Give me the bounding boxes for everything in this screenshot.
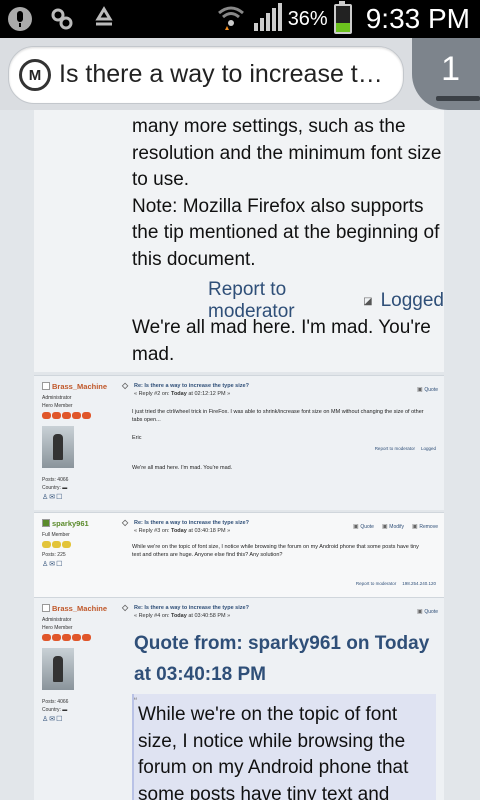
site-favicon: M [19, 59, 51, 91]
post-footer: Report to moderator 198.254.240.120 [356, 581, 436, 586]
ip-address: 198.254.240.120 [402, 581, 436, 586]
user-role: Administrator [42, 617, 72, 623]
quote-button[interactable]: Quote [417, 386, 438, 393]
page-content[interactable]: many more settings, such as the resoluti… [0, 110, 480, 800]
profile-icons[interactable]: ♙✉☐ [42, 493, 63, 501]
report-to-moderator-link[interactable]: Report to moderator [356, 581, 396, 586]
status-bar: 36% 9:33 PM [0, 0, 480, 38]
modify-button[interactable]: Modify [382, 523, 404, 530]
address-bar[interactable]: M Is there a way to increase th... [8, 46, 404, 104]
user-rank: Hero Member [42, 625, 73, 631]
post-meta: « Reply #3 on: Today at 03:40:18 PM » [134, 528, 231, 534]
post-icon: ◇ [122, 381, 129, 390]
microphone-icon [6, 5, 34, 33]
forum-post: Brass_Machine Administrator Hero Member … [34, 597, 444, 800]
remove-button[interactable]: Remove [412, 523, 438, 530]
signature: We're all mad here. I'm mad. You're mad. [132, 465, 233, 471]
username-link[interactable]: sparky961 [42, 519, 89, 528]
forum-post: many more settings, such as the resoluti… [34, 110, 444, 372]
avatar[interactable] [42, 426, 74, 468]
online-icon [42, 519, 50, 527]
user-role: Full Member [42, 532, 70, 538]
signature: We're all mad here. I'm mad. You're mad. [132, 317, 431, 365]
logged-icon: ◪ [363, 295, 373, 307]
post-body: many more settings, such as the resoluti… [132, 116, 442, 270]
user-rank: Hero Member [42, 403, 73, 409]
username-link[interactable]: Brass_Machine [42, 604, 107, 613]
post-title[interactable]: ◇ Re: Is there a way to increase the typ… [122, 519, 249, 535]
profile-icons[interactable]: ♙✉☐ [42, 715, 63, 723]
profile-icons[interactable]: ♙✉☐ [42, 560, 63, 568]
user-country: Country: ▬ [42, 707, 68, 713]
battery-icon [333, 1, 352, 34]
post-actions: Quote [417, 608, 438, 615]
browser-toolbar: M Is there a way to increase th... 1 [0, 38, 480, 111]
forum-post: Brass_Machine Administrator Hero Member … [34, 375, 444, 510]
quote-header[interactable]: Quote from: sparky961 on Today at 03:40:… [134, 628, 434, 690]
wifi-icon [216, 4, 246, 35]
user-role: Administrator [42, 395, 72, 401]
rank-stars [42, 541, 71, 548]
post-body: While we're on the topic of font size, I… [132, 544, 419, 558]
post-meta: « Reply #4 on: Today at 03:40:58 PM » [134, 613, 231, 619]
battery-percent: 36% [287, 7, 328, 30]
post-footer: Report to moderator Logged [375, 446, 436, 451]
signal-icon [252, 2, 282, 36]
page-title: Is there a way to increase th... [59, 60, 389, 88]
rank-stars [42, 412, 91, 419]
user-posts: Posts: 4066 [42, 699, 69, 705]
post-title[interactable]: ◇ Re: Is there a way to increase the typ… [122, 604, 249, 620]
rank-stars [42, 634, 91, 641]
tabs-button[interactable]: 1 [412, 38, 480, 110]
tab-count: 1 [441, 50, 460, 88]
link-icon [48, 5, 76, 33]
report-to-moderator-link[interactable]: Report to moderator [375, 446, 415, 451]
post-title[interactable]: ◇ Re: Is there a way to increase the typ… [122, 382, 249, 398]
tabs-indicator [436, 96, 480, 101]
flag-icon: ▬ [62, 485, 68, 491]
logged-label: Logged [420, 446, 436, 451]
offline-icon [42, 604, 50, 612]
avatar[interactable] [42, 648, 74, 690]
quote-button[interactable]: Quote [353, 523, 374, 530]
post-icon: ◇ [122, 518, 129, 527]
username-link[interactable]: Brass_Machine [42, 382, 107, 391]
user-posts: Posts: 225 [42, 552, 66, 558]
offline-icon [42, 382, 50, 390]
flag-icon: ▬ [62, 707, 68, 713]
post-body: I just tried the ctrl/wheel trick in Fir… [132, 409, 424, 423]
quote-icon: “ [134, 696, 137, 706]
user-country: Country: ▬ [42, 485, 68, 491]
quote-text: While we're on the topic of font size, I… [138, 704, 409, 800]
forum-post: sparky961 Full Member Posts: 225 ♙✉☐ ◇ R… [34, 512, 444, 597]
clock: 9:33 PM [365, 3, 470, 34]
post-body-sign: Eric [132, 435, 142, 441]
logged-label: Logged [380, 290, 444, 311]
post-icon: ◇ [122, 603, 129, 612]
post-actions: Quote Modify Remove [353, 523, 438, 530]
recycle-icon [90, 5, 118, 33]
post-meta: « Reply #2 on: Today at 02:12:12 PM » [134, 391, 231, 397]
user-posts: Posts: 4066 [42, 477, 69, 483]
post-actions: Quote [417, 386, 438, 393]
quote-button[interactable]: Quote [417, 608, 438, 615]
